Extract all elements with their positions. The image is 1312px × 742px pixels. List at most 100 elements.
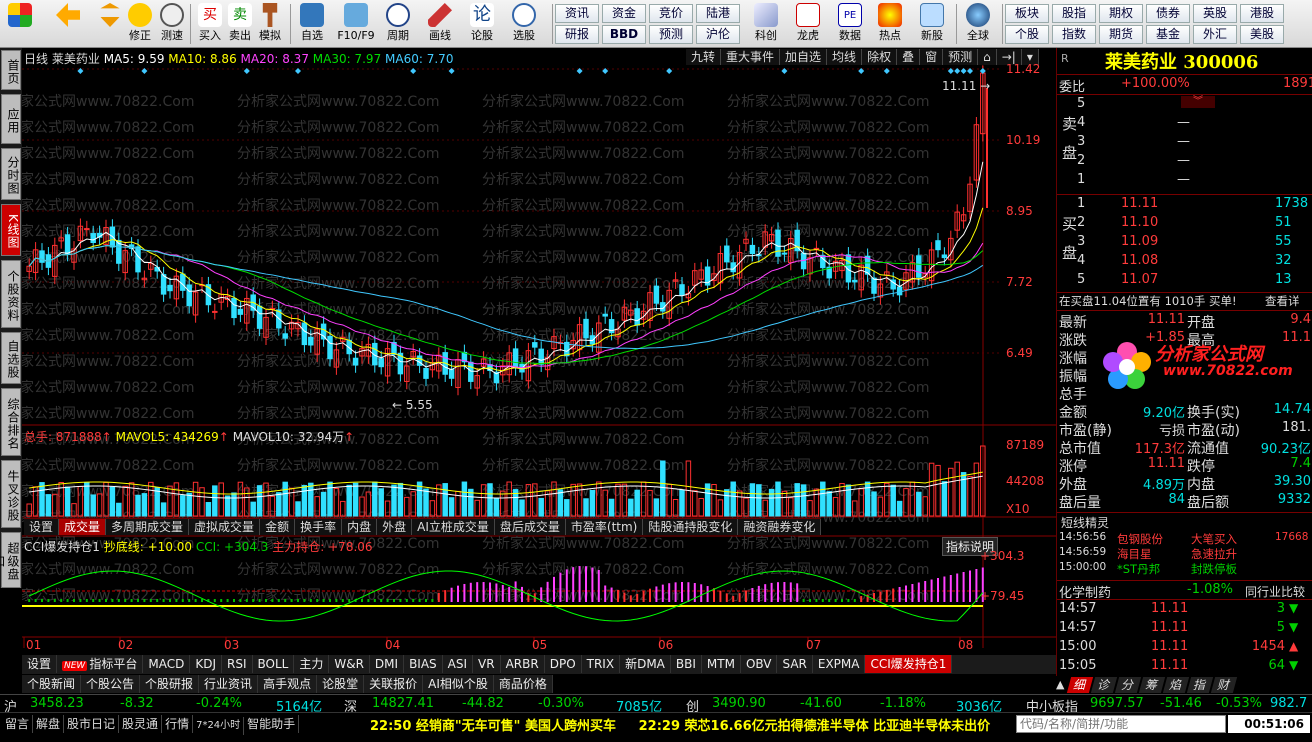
ma-button[interactable]: 均线 [827, 49, 863, 65]
index-bar[interactable]: 沪 3458.23 -8.32 -0.24% 5164亿 深 14827.41 … [0, 694, 1312, 715]
search-input[interactable] [1016, 715, 1226, 733]
status-item[interactable]: 留言 [2, 715, 34, 733]
news-ticker[interactable]: 22:50 经销商"无车可售" 美国人跨州买车 22:29 荣芯16.66亿元拍… [370, 715, 1016, 734]
back-icon[interactable] [50, 2, 86, 46]
quick-futures[interactable]: 期货 [1099, 25, 1143, 44]
period-button[interactable]: 周期 [380, 2, 416, 46]
quick-us[interactable]: 美股 [1240, 25, 1284, 44]
status-item[interactable]: 7*24小时 [193, 717, 245, 735]
quick-bonds[interactable]: 债券 [1146, 4, 1190, 23]
draw-button[interactable]: 画线 [422, 2, 458, 46]
status-item[interactable]: 智能助手 [244, 715, 300, 733]
discuss-button[interactable]: 论论股 [464, 2, 500, 46]
ind-tab-bbi[interactable]: BBI [670, 655, 702, 673]
ind-tab-macd[interactable]: MACD [143, 655, 191, 673]
quick-sector[interactable]: 板块 [1005, 4, 1049, 23]
sell-level-price[interactable]: — [1177, 134, 1190, 149]
exright-button[interactable]: 除权 [862, 49, 898, 65]
stockpick-button[interactable]: 选股 [506, 2, 542, 46]
quote-tab[interactable]: 分 [1114, 677, 1142, 693]
tab-kline[interactable]: K线图 [1, 204, 21, 256]
quote-tab[interactable]: 诊 [1090, 677, 1118, 693]
vol-tab-margin[interactable]: 融资融券变化 [738, 519, 822, 535]
info-tab-research[interactable]: 个股研报 [140, 675, 200, 693]
sell-level-price[interactable]: — [1177, 153, 1190, 168]
ind-tab-obv[interactable]: OBV [740, 655, 778, 673]
quick-funds[interactable]: 资金 [602, 4, 646, 23]
vol-tab-volume[interactable]: 成交量 [59, 519, 107, 535]
quote-tab[interactable]: 焰 [1162, 677, 1190, 693]
tab-timeshare[interactable]: 分时图 [1, 148, 21, 200]
vol-tab-after[interactable]: 盘后成交量 [494, 519, 566, 535]
quick-forecast[interactable]: 预测 [649, 25, 693, 44]
ind-tab-boll[interactable]: BOLL [252, 655, 295, 673]
quick-stock[interactable]: 个股 [1005, 25, 1049, 44]
short-stock[interactable]: 海目星 [1117, 546, 1152, 562]
info-tab-forum[interactable]: 论股堂 [317, 675, 365, 693]
quick-research[interactable]: 研报 [555, 25, 599, 44]
ind-tab-wr[interactable]: W&R [329, 655, 370, 673]
forecast-button[interactable]: 预测 [943, 49, 979, 65]
vol-tab-virtual[interactable]: 虚拟成交量 [189, 519, 261, 535]
ind-tab-cci[interactable]: CCI爆发持仓1 [865, 655, 953, 673]
queue-link[interactable]: 查看详 [1265, 293, 1300, 309]
info-tab-ai-similar[interactable]: AI相似个股 [423, 675, 494, 693]
watchlist-button[interactable]: 自选 [294, 2, 330, 46]
sell-level-price[interactable]: — [1177, 115, 1190, 130]
status-item[interactable]: 解盘 [33, 715, 65, 733]
fix-button[interactable]: 修正 [122, 2, 158, 46]
ind-tab-platform[interactable]: NEW 指标平台 [57, 655, 144, 673]
tab-profile[interactable]: 个股资料 [1, 260, 21, 328]
tab-ranking[interactable]: 综合排名 [1, 388, 21, 456]
quick-hk[interactable]: 陆港 [696, 4, 740, 23]
quick-index-futures[interactable]: 股指 [1052, 4, 1096, 23]
sell-level-price[interactable]: — [1177, 172, 1190, 187]
quick-forex[interactable]: 外汇 [1193, 25, 1237, 44]
quick-hk-stocks[interactable]: 港股 [1240, 4, 1284, 23]
ind-tab-dmi[interactable]: DMI [369, 655, 405, 673]
quote-tab[interactable]: 财 [1210, 677, 1238, 693]
buy-level-price[interactable]: 11.11 [1121, 196, 1158, 211]
status-item[interactable]: 股灵通 [119, 715, 163, 733]
ind-tab-bias[interactable]: BIAS [404, 655, 443, 673]
info-tab-expert[interactable]: 高手观点 [258, 675, 318, 693]
ind-tab-mtm[interactable]: MTM [701, 655, 741, 673]
hotspot-button[interactable]: 热点 [872, 2, 908, 46]
kline-chart-area[interactable]: 分析家公式网www.70822.Com 分析家公式网www.70822.Com 分析… [22, 48, 1056, 654]
vol-tab-settings[interactable]: 设置 [24, 519, 60, 535]
quick-uk[interactable]: 英股 [1193, 4, 1237, 23]
tab-diagnosis[interactable]: 牛叉诊股 [1, 460, 21, 528]
quick-london[interactable]: 沪伦 [696, 25, 740, 44]
collapse-icon[interactable]: ︾ [1181, 96, 1215, 108]
collapse-up-icon[interactable]: ▲ [1056, 678, 1064, 691]
nine-turn-button[interactable]: 九转 [686, 49, 722, 65]
vol-tab-amount[interactable]: 金额 [260, 519, 296, 535]
ind-tab-arbr[interactable]: ARBR [500, 655, 545, 673]
vol-tab-inner[interactable]: 内盘 [342, 519, 378, 535]
ind-tab-newdma[interactable]: 新DMA [620, 655, 671, 673]
vol-tab-turnover[interactable]: 换手率 [295, 519, 343, 535]
ind-tab-sar[interactable]: SAR [777, 655, 813, 673]
f10-button[interactable]: F10/F9 [334, 2, 378, 46]
info-tab-related[interactable]: 关联报价 [364, 675, 424, 693]
tab-watchlist[interactable]: 自选股 [1, 332, 21, 384]
short-stock[interactable]: *ST丹邦 [1117, 561, 1160, 577]
buy-level-price[interactable]: 11.07 [1121, 272, 1158, 287]
ind-tab-vr[interactable]: VR [473, 655, 501, 673]
vol-tab-multi[interactable]: 多周期成交量 [106, 519, 190, 535]
status-item[interactable]: 股市日记 [64, 715, 120, 733]
sci-tech-button[interactable]: 科创 [748, 2, 784, 46]
quote-tab[interactable]: 细 [1066, 677, 1094, 693]
logo-icon[interactable] [2, 2, 38, 46]
newstock-button[interactable]: 新股 [914, 2, 950, 46]
vol-tab-outer[interactable]: 外盘 [377, 519, 413, 535]
vol-tab-northbound[interactable]: 陆股通持股变化 [643, 519, 739, 535]
data-button[interactable]: PE 数据 [832, 2, 868, 46]
tab-apps[interactable]: 应用 [1, 94, 21, 144]
add-watch-button[interactable]: 加自选 [780, 49, 828, 65]
info-tab-notice[interactable]: 个股公告 [81, 675, 141, 693]
ind-tab-trix[interactable]: TRIX [581, 655, 621, 673]
status-item[interactable]: 行情 [162, 715, 194, 733]
window-button[interactable]: 窗 [920, 49, 944, 65]
speedtest-button[interactable]: 测速 [154, 2, 190, 46]
